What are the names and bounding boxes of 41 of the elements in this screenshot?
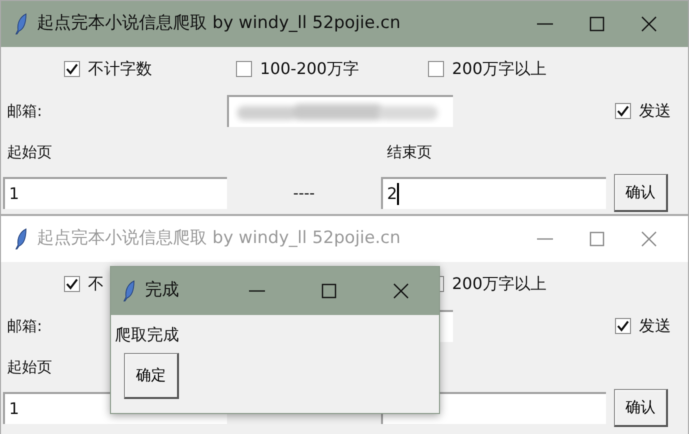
minimize-icon xyxy=(249,290,265,292)
checkbox-label: 发送 xyxy=(639,100,671,122)
minimize-icon xyxy=(537,238,553,240)
checkbox[interactable] xyxy=(615,318,631,334)
checkbox-label: 不计字数 xyxy=(88,58,152,80)
field-label: 结束页 xyxy=(387,142,432,163)
window-title: 起点完本小说信息爬取 by windy_ll 52pojie.cn xyxy=(37,227,401,250)
checkbox[interactable] xyxy=(64,276,80,292)
checkbox-label: 发送 xyxy=(639,315,671,337)
maximize-icon xyxy=(589,16,605,32)
feather-icon xyxy=(15,13,27,35)
field-label: 邮箱: xyxy=(7,100,42,122)
checkbox[interactable] xyxy=(236,61,252,77)
window-title: 起点完本小说信息爬取 by windy_ll 52pojie.cn xyxy=(37,12,401,36)
end-page-field[interactable]: 2 xyxy=(381,177,606,209)
dialog-message: 爬取完成 xyxy=(114,324,179,346)
close-icon xyxy=(641,231,657,247)
checkbox-label: 200万字以上 xyxy=(452,58,547,80)
minimize-icon xyxy=(537,23,553,25)
close-icon xyxy=(641,16,657,32)
checkbox-label: 200万字以上 xyxy=(452,273,547,295)
confirm-button[interactable]: 确认 xyxy=(614,389,668,427)
checkbox[interactable] xyxy=(615,103,631,119)
close-icon xyxy=(393,283,409,299)
email-field[interactable] xyxy=(227,95,453,127)
feather-icon xyxy=(15,228,27,250)
confirm-button[interactable]: 确认 xyxy=(614,174,668,212)
checkbox-label: 不 xyxy=(88,273,104,295)
separator-text: ---- xyxy=(293,182,315,204)
checkbox[interactable] xyxy=(64,61,80,77)
checkbox-label: 100-200万字 xyxy=(260,58,359,80)
maximize-icon xyxy=(321,283,337,299)
field-label: 起始页 xyxy=(7,358,52,376)
ok-button[interactable]: 确定 xyxy=(124,353,179,399)
dialog-title: 完成 xyxy=(145,279,179,302)
maximize-icon xyxy=(589,231,605,247)
start-page-field[interactable]: 1 xyxy=(3,177,227,209)
field-label: 邮箱: xyxy=(7,316,42,337)
checkbox[interactable] xyxy=(428,61,444,77)
feather-icon xyxy=(123,280,135,302)
field-label: 起始页 xyxy=(7,142,52,161)
